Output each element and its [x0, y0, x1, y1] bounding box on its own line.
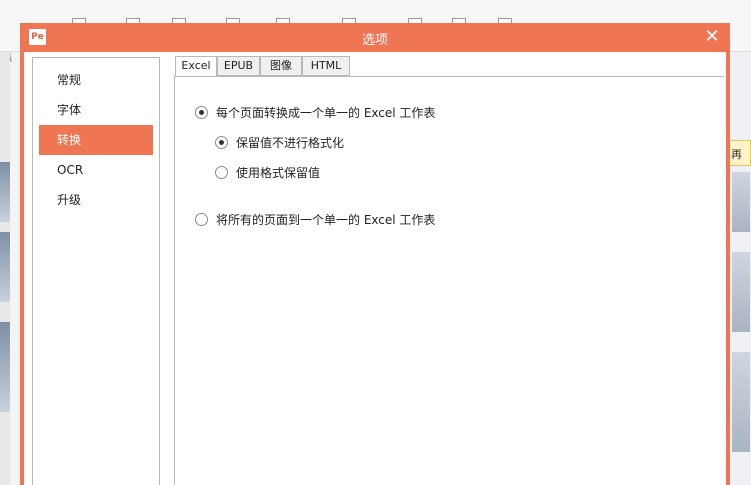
close-icon[interactable]: ✕	[702, 26, 722, 48]
option-label: 使用格式保留值	[236, 165, 321, 180]
nav-item-label: 常规	[57, 73, 82, 87]
option-all-pages-one-sheet[interactable]: 将所有的页面到一个单一的 Excel 工作表	[195, 210, 435, 228]
option-per-page-sheet[interactable]: 每个页面转换成一个单一的 Excel 工作表	[195, 103, 435, 121]
nav-item-convert[interactable]: 转换	[39, 125, 153, 155]
nav-item-upgrade[interactable]: 升级	[39, 185, 153, 215]
tab-excel[interactable]: Excel	[175, 56, 217, 77]
dialog-titlebar[interactable]: Pe 选项 ✕	[20, 23, 730, 51]
page-thumbnail[interactable]	[0, 232, 10, 302]
option-label: 将所有的页面到一个单一的 Excel 工作表	[216, 212, 436, 227]
page-thumbnail[interactable]	[0, 162, 10, 222]
background-right-tab[interactable]: 再	[728, 140, 751, 166]
nav-item-general[interactable]: 常规	[39, 65, 153, 95]
excel-options-panel: 每个页面转换成一个单一的 Excel 工作表 保留值不进行格式化 使用格式保留值…	[174, 76, 724, 485]
background-left-thumbnails	[0, 52, 10, 485]
radio-unchecked-icon[interactable]	[215, 165, 228, 179]
page-thumbnail[interactable]	[732, 172, 750, 232]
tab-epub[interactable]: EPUB	[217, 56, 260, 76]
nav-item-label: OCR	[57, 163, 84, 177]
radio-checked-icon[interactable]	[195, 105, 208, 119]
dialog-body: 常规 字体 转换 OCR 升级 Excel EPUB 图像 HTML 每个页面转…	[24, 52, 726, 485]
background-right-panel	[730, 52, 751, 485]
page-thumbnail[interactable]	[0, 322, 10, 412]
nav-item-ocr[interactable]: OCR	[39, 155, 153, 185]
option-use-format-keep-values[interactable]: 使用格式保留值	[215, 163, 320, 181]
nav-item-label: 字体	[57, 103, 82, 117]
option-label: 每个页面转换成一个单一的 Excel 工作表	[216, 105, 436, 120]
tab-html[interactable]: HTML	[302, 56, 350, 76]
options-dialog: Pe 选项 ✕ 常规 字体 转换 OCR 升级 Excel EPUB 图像 HT…	[20, 23, 730, 485]
page-thumbnail[interactable]	[732, 352, 750, 452]
dialog-title: 选项	[361, 33, 388, 48]
nav-item-font[interactable]: 字体	[39, 95, 153, 125]
nav-item-label: 转换	[57, 133, 82, 147]
radio-checked-icon[interactable]	[215, 135, 228, 149]
nav-item-label: 升级	[57, 193, 82, 207]
page-thumbnail[interactable]	[732, 252, 750, 332]
option-label: 保留值不进行格式化	[236, 135, 345, 150]
tab-image[interactable]: 图像	[260, 56, 302, 76]
options-category-list: 常规 字体 转换 OCR 升级	[32, 57, 160, 485]
radio-unchecked-icon[interactable]	[195, 212, 208, 226]
option-keep-values-unformatted[interactable]: 保留值不进行格式化	[215, 133, 344, 151]
